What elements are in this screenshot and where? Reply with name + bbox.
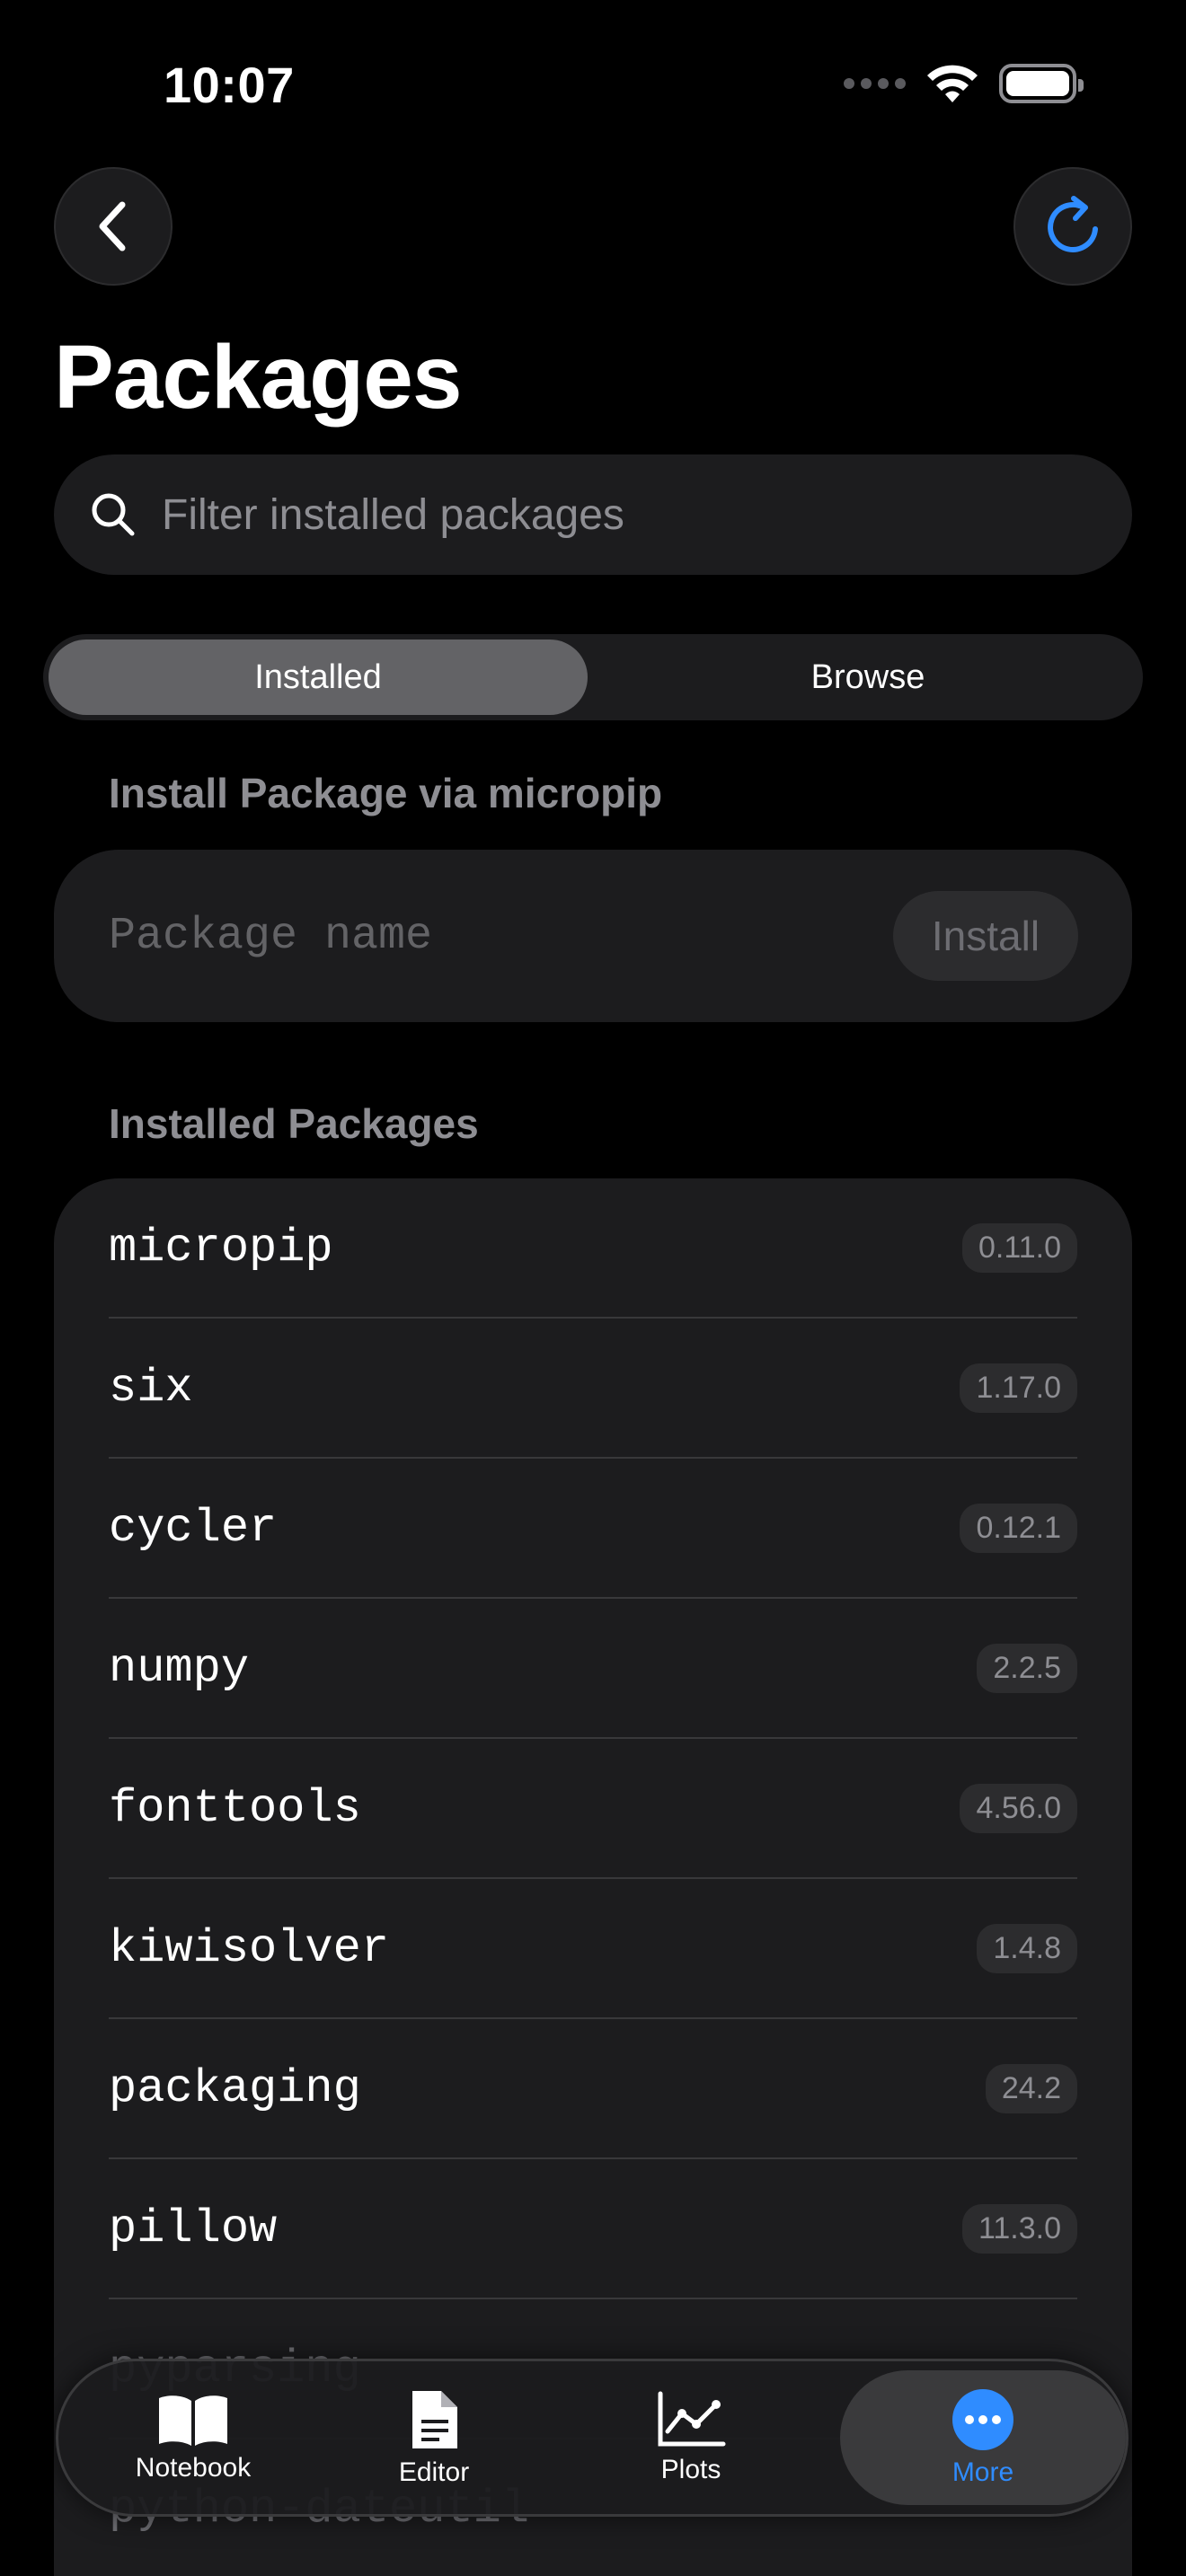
tab-label: Editor [398, 2457, 470, 2487]
ellipsis-circle-icon [952, 2389, 1013, 2450]
package-name: cycler [109, 1501, 278, 1555]
segment-installed[interactable]: Installed [49, 634, 588, 720]
installed-section-label: Installed Packages [109, 1100, 479, 1147]
status-bar: 10:07 [0, 0, 1186, 171]
package-row[interactable]: pillow 11.3.0 [109, 2159, 1077, 2299]
book-icon [159, 2395, 227, 2446]
search-icon [92, 493, 135, 536]
package-name: micropip [109, 1221, 333, 1275]
package-version-badge: 0.11.0 [961, 1222, 1077, 1273]
package-row[interactable]: fonttools 4.56.0 [109, 1739, 1077, 1879]
package-version-badge: 1.17.0 [960, 1363, 1077, 1413]
chevron-left-icon [99, 201, 126, 251]
install-section-label: Install Package via micropip [109, 770, 663, 816]
refresh-button[interactable] [1013, 167, 1132, 286]
refresh-icon [1048, 196, 1098, 252]
package-name: numpy [109, 1641, 250, 1695]
package-row[interactable]: packaging 24.2 [109, 2019, 1077, 2159]
package-name: six [109, 1361, 193, 1415]
package-row[interactable]: micropip 0.11.0 [109, 1178, 1077, 1319]
package-name-input[interactable] [109, 898, 828, 974]
package-version-badge: 0.12.1 [960, 1503, 1077, 1553]
install-button[interactable]: Install [893, 891, 1078, 981]
package-version-badge: 24.2 [985, 2063, 1077, 2113]
tab-notebook[interactable]: Notebook [94, 2361, 292, 2514]
install-card: Install [54, 850, 1132, 1022]
package-row[interactable]: kiwisolver 1.4.8 [109, 1879, 1077, 2019]
package-version-badge: 4.56.0 [960, 1783, 1077, 1833]
document-icon [412, 2391, 457, 2448]
package-row[interactable]: six 1.17.0 [109, 1319, 1077, 1459]
package-row[interactable]: cycler 0.12.1 [109, 1459, 1077, 1599]
status-time: 10:07 [164, 57, 295, 113]
line-chart-icon [658, 2391, 726, 2447]
tab-label: More [951, 2457, 1014, 2487]
wifi-icon [927, 65, 978, 102]
tab-plots[interactable]: Plots [592, 2361, 790, 2514]
tab-more[interactable]: More [840, 2370, 1126, 2505]
back-button[interactable] [54, 167, 173, 286]
package-version-badge: 2.2.5 [977, 1643, 1077, 1693]
segment-browse[interactable]: Browse [598, 634, 1137, 720]
package-version-badge: 1.4.8 [977, 1923, 1077, 1973]
tab-label: Notebook [135, 2453, 252, 2483]
tab-label: Plots [660, 2455, 721, 2484]
package-version-badge: 11.3.0 [961, 2203, 1077, 2254]
battery-icon [999, 64, 1084, 103]
page-title: Packages [54, 327, 462, 428]
package-name: fonttools [109, 1781, 361, 1835]
tab-bar: Notebook Editor Plots More [56, 2359, 1128, 2517]
package-name: pillow [109, 2201, 278, 2255]
search-bar[interactable] [54, 454, 1132, 575]
package-name: kiwisolver [109, 1921, 390, 1975]
status-icons [844, 63, 1084, 104]
cellular-signal-icon [844, 78, 906, 89]
package-row[interactable]: numpy 2.2.5 [109, 1599, 1077, 1739]
segmented-control: Installed Browse [43, 634, 1143, 720]
tab-editor[interactable]: Editor [344, 2361, 524, 2514]
search-input[interactable] [162, 490, 1060, 540]
package-name: packaging [109, 2061, 361, 2115]
